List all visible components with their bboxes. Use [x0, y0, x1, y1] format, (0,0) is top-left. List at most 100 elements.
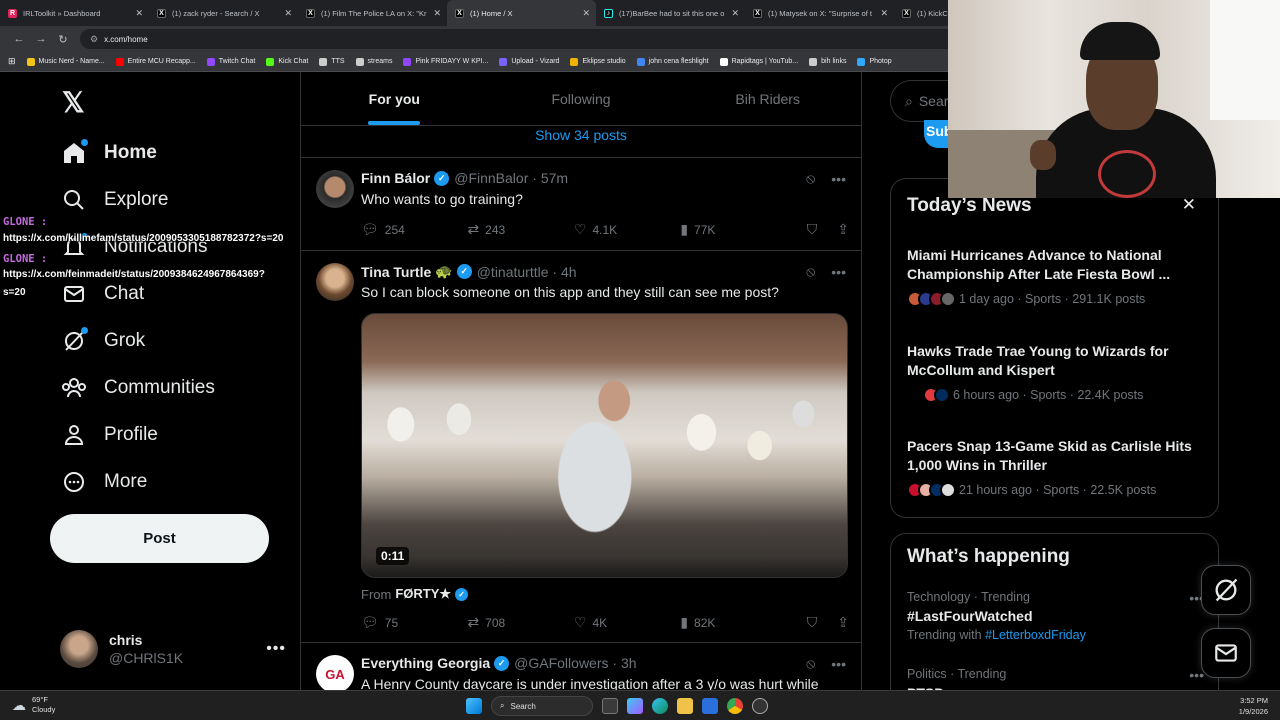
- bookmark-item[interactable]: Entire MCU Recapp...: [115, 57, 196, 66]
- obs-icon[interactable]: [752, 698, 768, 714]
- bookmark-item[interactable]: streams: [355, 57, 392, 66]
- close-icon[interactable]: ✕: [880, 8, 888, 19]
- views-button[interactable]: ▮ 82K: [680, 614, 786, 631]
- tweet[interactable]: Tina Turtle 🐢 ✓ @tinaturttle · 4h ⦸ ••• …: [301, 251, 861, 643]
- like-button[interactable]: ♡ 4K: [574, 614, 680, 631]
- nav-item-profile[interactable]: Profile: [60, 417, 158, 453]
- bookmark-item[interactable]: Rapidtags | YouTub...: [719, 57, 798, 66]
- more-circle-icon: [60, 468, 88, 496]
- tweet-author-handle[interactable]: @tinaturttle: [477, 264, 549, 280]
- close-icon[interactable]: ✕: [135, 8, 143, 19]
- reply-button[interactable]: 💬︎ 75: [361, 614, 467, 631]
- more-horizontal-icon[interactable]: •••: [831, 656, 846, 672]
- tweet-author-name[interactable]: Everything Georgia: [361, 655, 490, 671]
- bookmark-icon[interactable]: ⛉: [807, 614, 818, 631]
- forward-icon[interactable]: →: [30, 33, 52, 45]
- tweet-author-name[interactable]: Finn Bálor: [361, 170, 430, 186]
- edge-icon[interactable]: [652, 698, 668, 714]
- trend-hashtag-link[interactable]: #LetterboxdFriday: [985, 628, 1086, 642]
- chrome-icon[interactable]: [727, 698, 743, 714]
- taskbar-search[interactable]: ⌕ Search: [491, 696, 593, 716]
- nav-item-home[interactable]: Home: [60, 135, 157, 171]
- show-new-posts-button[interactable]: Show 34 posts: [301, 126, 861, 158]
- apps-icon[interactable]: ⊞: [8, 56, 16, 67]
- browser-tab[interactable]: R IRLToolkit » Dashboard ✕: [0, 0, 149, 26]
- share-icon[interactable]: ⇪: [837, 614, 849, 631]
- tweet[interactable]: GA Everything Georgia ✓ @GAFollowers · 3…: [301, 643, 861, 690]
- tweet-avatar[interactable]: GA: [316, 655, 354, 690]
- close-icon[interactable]: ✕: [582, 8, 590, 19]
- nav-item-communities[interactable]: Communities: [60, 370, 215, 406]
- nav-item-explore[interactable]: Explore: [60, 182, 168, 218]
- views-button[interactable]: ▮ 77K: [680, 221, 786, 238]
- tweet-time[interactable]: 57m: [541, 170, 568, 186]
- news-item[interactable]: Miami Hurricanes Advance to National Cha…: [907, 246, 1207, 307]
- bookmark-item[interactable]: Twitch Chat: [206, 57, 255, 66]
- bookmark-item[interactable]: TTS: [319, 57, 345, 66]
- browser-tab[interactable]: ♪ (17)BarBee had to sit this one o ✕: [596, 0, 745, 26]
- x-logo-icon[interactable]: 𝕏: [62, 86, 85, 119]
- more-horizontal-icon[interactable]: •••: [831, 264, 846, 280]
- copilot-icon[interactable]: [627, 698, 643, 714]
- post-button[interactable]: Post: [50, 514, 269, 563]
- nav-item-grok[interactable]: Grok: [60, 323, 145, 359]
- nav-item-more[interactable]: More: [60, 464, 147, 500]
- site-info-icon[interactable]: ⚙: [90, 34, 98, 45]
- grok-icon[interactable]: ⦸: [806, 655, 815, 672]
- windows-start-icon[interactable]: [466, 698, 482, 714]
- tab-for-you[interactable]: For you: [301, 72, 488, 125]
- trend-item[interactable]: Technology · Trending #LastFourWatched T…: [907, 590, 1207, 642]
- close-icon[interactable]: ✕: [1182, 195, 1196, 215]
- tweet-avatar[interactable]: [316, 263, 354, 301]
- bookmark-item[interactable]: Music Nerd - Name...: [26, 57, 105, 66]
- file-explorer-icon[interactable]: [677, 698, 693, 714]
- video-source-name[interactable]: FØRTY★: [395, 586, 451, 602]
- account-switcher[interactable]: chris @CHRlS1K •••: [60, 627, 286, 671]
- messages-fab-button[interactable]: [1201, 628, 1251, 678]
- browser-tab[interactable]: X (1) Film The Police LA on X: "Kr ✕: [298, 0, 447, 26]
- reload-icon[interactable]: ↻: [52, 33, 74, 46]
- bookmark-item[interactable]: Photop: [857, 57, 892, 66]
- repost-button[interactable]: ⇄ 243: [467, 221, 573, 238]
- bookmark-item[interactable]: Eklipse studio: [570, 57, 626, 66]
- tweet-video[interactable]: 0:11: [361, 313, 848, 578]
- browser-tab-active[interactable]: X (1) Home / X ✕: [447, 0, 596, 26]
- browser-tab[interactable]: X (1) zack ryder - Search / X ✕: [149, 0, 298, 26]
- bookmark-item[interactable]: Kick Chat: [266, 57, 308, 66]
- close-icon[interactable]: ✕: [433, 8, 441, 19]
- like-button[interactable]: ♡ 4.1K: [574, 221, 680, 238]
- reply-button[interactable]: 💬︎ 254: [361, 221, 467, 238]
- browser-tab[interactable]: X (1) Matysek on X: "Surprise of t ✕: [745, 0, 894, 26]
- tweet-avatar[interactable]: [316, 170, 354, 208]
- news-item[interactable]: Pacers Snap 13-Game Skid as Carlisle Hit…: [907, 437, 1207, 498]
- tab-following[interactable]: Following: [488, 72, 675, 125]
- store-icon[interactable]: [702, 698, 718, 714]
- back-icon[interactable]: ←: [8, 33, 30, 45]
- tweet-time[interactable]: 3h: [621, 655, 637, 671]
- grok-icon[interactable]: ⦸: [806, 263, 815, 280]
- more-horizontal-icon[interactable]: •••: [831, 171, 846, 187]
- tab-bih-riders[interactable]: Bih Riders: [674, 72, 861, 125]
- taskbar-clock[interactable]: 3:52 PM 1/9/2026: [1239, 695, 1268, 717]
- grok-fab-button[interactable]: [1201, 565, 1251, 615]
- more-horizontal-icon[interactable]: •••: [266, 640, 286, 658]
- grok-icon[interactable]: ⦸: [806, 170, 815, 187]
- news-item[interactable]: Hawks Trade Trae Young to Wizards for Mc…: [907, 342, 1207, 403]
- close-icon[interactable]: ✕: [731, 8, 739, 19]
- repost-button[interactable]: ⇄ 708: [467, 614, 573, 631]
- tweet[interactable]: Finn Bálor ✓ @FinnBalor · 57m ⦸ ••• Who …: [301, 158, 861, 251]
- bookmark-item[interactable]: john cena fleshlight: [636, 57, 709, 66]
- close-icon[interactable]: ✕: [284, 8, 292, 19]
- nav-item-chat[interactable]: Chat: [60, 276, 144, 312]
- weather-widget[interactable]: ☁ 69°F Cloudy: [12, 695, 55, 715]
- tweet-author-handle[interactable]: @GAFollowers: [514, 655, 608, 671]
- bookmark-item[interactable]: Upload - Vizard: [499, 57, 559, 66]
- tweet-author-handle[interactable]: @FinnBalor: [454, 170, 528, 186]
- share-icon[interactable]: ⇪: [837, 221, 849, 238]
- tweet-author-name[interactable]: Tina Turtle: [361, 264, 431, 280]
- task-view-icon[interactable]: [602, 698, 618, 714]
- bookmark-icon[interactable]: ⛉: [807, 221, 818, 238]
- bookmark-item[interactable]: Pink FRIDAYY W KPI...: [403, 57, 488, 66]
- tweet-time[interactable]: 4h: [561, 264, 577, 280]
- bookmark-item[interactable]: bih links: [809, 57, 846, 66]
